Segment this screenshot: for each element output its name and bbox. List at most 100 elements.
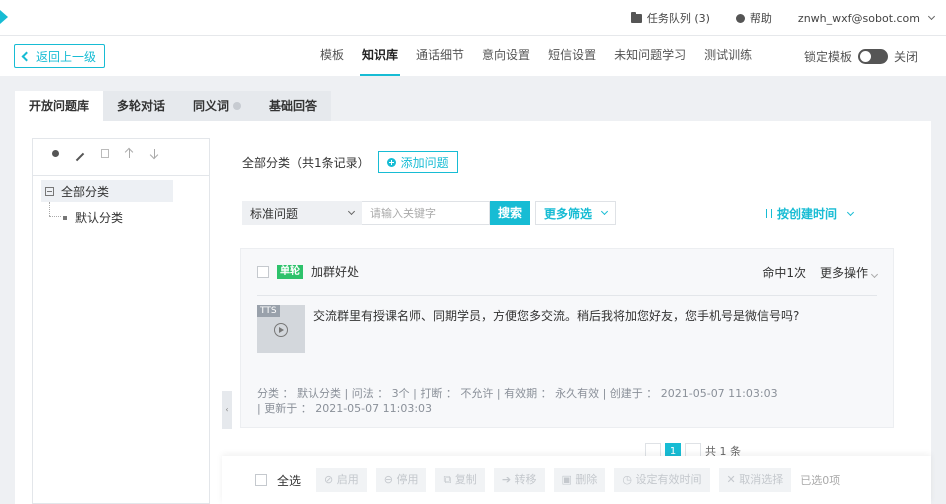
meta-line-1: 分类 ： 默认分类 | 问法 ： 3个 | 打断 ： 不允许 | 有效期 ： 永… (257, 387, 778, 400)
question-icon (233, 102, 242, 110)
question-title: 加群好处 (311, 265, 360, 279)
tab-synonyms[interactable]: 同义词 (179, 91, 256, 121)
tab-basic-answers[interactable]: 基础回答 (255, 91, 332, 121)
more-filter-label: 更多筛选 (544, 206, 593, 221)
sort-icon (766, 209, 772, 218)
sort-label: 按创建时间 (777, 207, 838, 221)
tab-unknown-learning[interactable]: 未知问题学习 (612, 36, 688, 76)
tab-knowledge[interactable]: 知识库 (360, 36, 401, 76)
lock-state: 关闭 (893, 49, 918, 64)
single-turn-badge: 单轮 (277, 264, 303, 279)
sort-button[interactable]: 按创建时间 (766, 205, 855, 222)
tab-multi-turn[interactable]: 多轮对话 (103, 91, 180, 121)
tree-toolbar (33, 139, 209, 175)
selected-count: 已选0项 (800, 474, 841, 487)
transfer-label: 转移 (514, 473, 537, 486)
chevron-down-icon (846, 208, 855, 216)
plus-circle-icon (386, 157, 396, 167)
enable-label: 启用 (336, 473, 359, 486)
add-question-button[interactable]: 添加问题 (377, 151, 458, 173)
copy-button[interactable]: ⧉ 复制 (435, 468, 485, 492)
collapse-icon[interactable] (45, 186, 54, 196)
tab-call-details[interactable]: 通话细节 (414, 36, 466, 76)
more-ops-label: 更多操作 (819, 266, 868, 280)
arrow-up-icon[interactable] (129, 149, 130, 158)
task-queue-link[interactable]: 任务队列 (3) (630, 10, 710, 26)
main-panel: 全部分类 默认分类 ‹ 全部分类（共1条记录） 添加问题 标准问题 搜索 更多筛… (15, 121, 931, 504)
question-card: 单轮 加群好处 命中1次 更多操作 TTS 交流群里有授课名师、同期学员，方便您… (240, 248, 894, 428)
bulk-action-bar: 全选 ⊘ 启用 ⊖ 停用 ⧉ 复制 ➔ 转移 ▣ 删除 ◷ 设定有效时间 ✕ 取… (222, 456, 931, 504)
delete-label: 删除 (575, 473, 598, 486)
tab-synonyms-label: 同义词 (193, 99, 230, 113)
search-row: 标准问题 搜索 更多筛选 (242, 201, 617, 225)
task-queue-label: 任务队列 (3) (646, 12, 710, 25)
meta-line-2: | 更新于 ： 2021-05-07 11:03:03 (257, 402, 433, 415)
logo-arrow-icon (0, 10, 8, 24)
account-label: znwh_wxf@sobot.com (797, 11, 920, 25)
tree-node-default[interactable]: 默认分类 (63, 209, 123, 226)
tab-intent-settings[interactable]: 意向设置 (480, 36, 532, 76)
more-filter-button[interactable]: 更多筛选 (535, 201, 617, 225)
chevron-down-icon (600, 207, 609, 216)
delete-icon[interactable] (101, 149, 109, 158)
cancel-selection-button[interactable]: ✕ 取消选择 (718, 468, 792, 492)
list-header: 全部分类（共1条记录） 添加问题 (242, 151, 458, 173)
account-menu[interactable]: znwh_wxf@sobot.com (797, 11, 936, 25)
help-icon (735, 13, 745, 23)
nav-tabs: 模板 知识库 通话细节 意向设置 短信设置 未知问题学习 测试训练 (318, 36, 754, 76)
sub-tabs: 开放问题库 多轮对话 同义词 基础回答 (15, 91, 332, 121)
select-all-label: 全选 (277, 473, 302, 488)
back-label: 返回上一级 (36, 49, 97, 64)
chevron-down-icon (347, 207, 356, 216)
tab-open-questions[interactable]: 开放问题库 (15, 91, 104, 121)
card-checkbox[interactable] (257, 265, 269, 278)
tab-sms-settings[interactable]: 短信设置 (546, 36, 598, 76)
select-all[interactable]: 全选 (255, 472, 301, 489)
nav-bar: 返回上一级 模板 知识库 通话细节 意向设置 短信设置 未知问题学习 测试训练 … (0, 36, 946, 76)
hit-count: 命中1次 (762, 266, 806, 280)
enable-button[interactable]: ⊘ 启用 (316, 468, 367, 492)
add-category-icon[interactable] (52, 150, 59, 157)
select-all-checkbox[interactable] (255, 474, 267, 486)
tab-test-training[interactable]: 测试训练 (702, 36, 754, 76)
filter-type-value: 标准问题 (250, 206, 299, 221)
help-link[interactable]: 帮助 (735, 10, 772, 26)
top-right-menu: 任务队列 (3) 帮助 znwh_wxf@sobot.com (630, 0, 936, 36)
chevron-down-icon (870, 270, 879, 279)
help-label: 帮助 (749, 12, 772, 25)
copy-label: 复制 (454, 473, 477, 486)
lock-toggle[interactable] (857, 48, 888, 64)
lock-label: 锁定模板 (803, 49, 852, 64)
tree-child-label: 默认分类 (75, 211, 124, 225)
category-tree-panel: 全部分类 默认分类 (32, 138, 210, 504)
set-valid-time-button[interactable]: ◷ 设定有效时间 (614, 468, 710, 492)
keyword-input[interactable] (362, 201, 490, 225)
filter-type-select[interactable]: 标准问题 (242, 201, 362, 225)
play-icon[interactable] (274, 323, 288, 337)
delete-button[interactable]: ▣ 删除 (553, 468, 606, 492)
chevron-left-icon (21, 51, 32, 61)
cancel-selection-label: 取消选择 (739, 473, 784, 486)
top-bar: 任务队列 (3) 帮助 znwh_wxf@sobot.com (0, 0, 946, 36)
collapse-handle[interactable]: ‹ (222, 391, 232, 429)
more-ops-button[interactable]: 更多操作 (819, 264, 879, 281)
disable-button[interactable]: ⊖ 停用 (375, 468, 427, 492)
chevron-down-icon (927, 12, 936, 21)
disable-label: 停用 (396, 473, 419, 486)
card-meta: 分类 ： 默认分类 | 问法 ： 3个 | 打断 ： 不允许 | 有效期 ： 永… (257, 386, 857, 416)
back-button[interactable]: 返回上一级 (14, 44, 106, 68)
card-header: 单轮 加群好处 (257, 263, 359, 280)
edit-icon[interactable] (75, 152, 85, 162)
lock-template: 锁定模板 关闭 (804, 36, 918, 76)
search-button[interactable]: 搜索 (490, 201, 531, 225)
add-question-label: 添加问题 (400, 155, 449, 170)
tts-player[interactable]: TTS (257, 305, 305, 353)
arrow-down-icon[interactable] (154, 149, 155, 158)
transfer-button[interactable]: ➔ 转移 (493, 468, 545, 492)
tts-label: TTS (257, 305, 280, 317)
card-actions: 命中1次 更多操作 (762, 264, 879, 281)
tree-node-all[interactable]: 全部分类 (41, 180, 173, 202)
tab-template[interactable]: 模板 (318, 36, 346, 76)
tree-divider (33, 175, 209, 176)
folder-icon (630, 11, 642, 23)
